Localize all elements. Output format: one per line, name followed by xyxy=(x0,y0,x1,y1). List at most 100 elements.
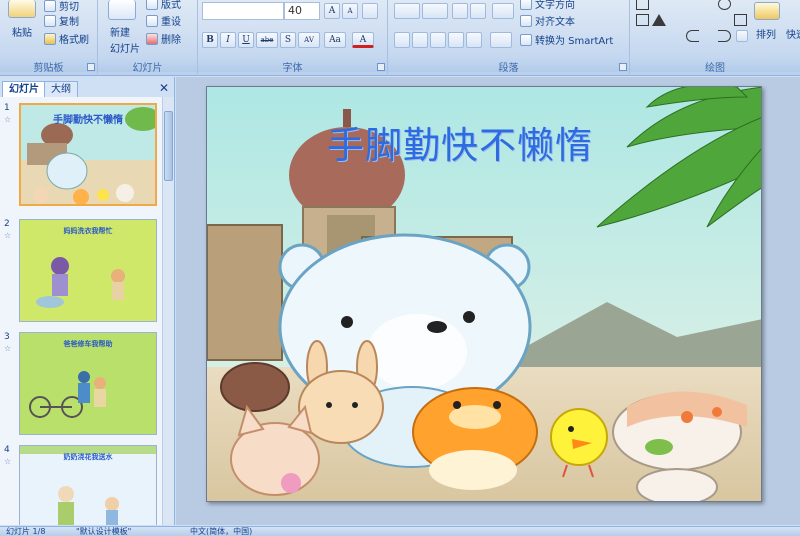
paste-icon[interactable] xyxy=(8,0,36,18)
thumbnail-number: 4 xyxy=(4,445,10,455)
layout-label: 版式 xyxy=(161,0,181,11)
grow-font-button[interactable]: A xyxy=(324,3,340,19)
italic-button[interactable]: I xyxy=(220,32,236,48)
cut-label: 剪切 xyxy=(59,2,79,13)
paste-label: 粘贴 xyxy=(12,28,32,39)
shadow-button[interactable]: S xyxy=(280,32,296,48)
tab-outline[interactable]: 大纲 xyxy=(44,81,78,97)
text-box-shape-icon[interactable] xyxy=(636,0,649,10)
slide-canvas: 手脚勤快不懒惰 xyxy=(176,77,800,525)
increase-indent-button[interactable] xyxy=(470,3,486,19)
underline-button[interactable]: U xyxy=(238,32,254,48)
shadow-label: S xyxy=(284,35,292,45)
arrow-shape-icon[interactable] xyxy=(734,14,747,26)
bold-button[interactable]: B xyxy=(202,32,218,48)
new-slide-label-1: 新建 xyxy=(110,28,130,39)
tab-slides[interactable]: 幻灯片 xyxy=(2,81,46,97)
font-name-field[interactable] xyxy=(202,2,284,20)
change-case-button[interactable]: Aa xyxy=(324,32,346,48)
new-slide-icon[interactable] xyxy=(108,0,136,20)
slide-title[interactable]: 手脚勤快不懒惰 xyxy=(327,115,593,169)
tab-outline-label: 大纲 xyxy=(51,84,71,95)
quick-styles-button[interactable]: 快速 xyxy=(786,26,800,41)
thumbnail-list[interactable]: 1 ☆ 手脚勤快不懒惰 2 ☆ 妈妈洗衣我帮忙 3 ☆ 爸爸修车我帮助 4 ☆ … xyxy=(0,97,163,525)
triangle-shape-icon[interactable] xyxy=(652,14,666,26)
change-case-label: Aa xyxy=(329,35,341,45)
thumbnail-slide[interactable]: 手脚勤快不懒惰 xyxy=(19,103,157,206)
delete-button[interactable]: 删除 xyxy=(146,31,181,46)
text-direction-button[interactable]: 文字方向 xyxy=(520,0,575,11)
current-slide[interactable]: 手脚勤快不懒惰 xyxy=(206,86,762,502)
layout-button[interactable]: 版式 xyxy=(146,0,181,11)
char-spacing-button[interactable]: AV xyxy=(298,32,320,48)
numbering-button[interactable] xyxy=(422,3,448,19)
thumbnail-item[interactable]: 1 ☆ 手脚勤快不懒惰 xyxy=(0,103,163,211)
decrease-indent-button[interactable] xyxy=(452,3,468,19)
shrink-font-button[interactable]: A xyxy=(342,3,358,19)
align-left-button[interactable] xyxy=(394,32,410,48)
thumbnail-number: 2 xyxy=(4,219,10,229)
text-direction-label: 文字方向 xyxy=(535,0,575,11)
new-slide-button[interactable]: 新建 幻灯片 xyxy=(110,24,140,55)
arrange-icon[interactable] xyxy=(754,2,780,20)
copy-button[interactable]: 复制 xyxy=(44,13,79,28)
shapes-more-button[interactable] xyxy=(736,30,748,42)
animation-star-icon: ☆ xyxy=(4,231,12,240)
bold-label: B xyxy=(206,35,214,45)
font-size-field[interactable]: 40 xyxy=(284,2,320,20)
thumbnail-item[interactable]: 4 ☆ 奶奶浇花我送水 xyxy=(0,445,163,525)
copy-icon xyxy=(44,14,56,27)
language-status[interactable]: 中文(简体，中国) xyxy=(190,527,252,536)
close-panel-icon[interactable]: ✕ xyxy=(157,81,171,95)
thumbnail-number: 3 xyxy=(4,332,10,342)
thumbnail-slide[interactable]: 妈妈洗衣我帮忙 xyxy=(19,219,157,322)
cut-button[interactable]: 剪切 xyxy=(44,0,79,13)
quick-styles-label: 快速 xyxy=(786,30,800,41)
oval-shape-icon[interactable] xyxy=(718,0,731,10)
distribute-button[interactable] xyxy=(466,32,482,48)
scrollbar-thumb[interactable] xyxy=(164,111,173,181)
thumbnail-slide[interactable]: 奶奶浇花我送水 xyxy=(19,445,157,525)
clipboard-launcher-icon[interactable] xyxy=(87,63,95,71)
thumbnail-title: 手脚勤快不懒惰 xyxy=(53,115,123,126)
brace-shape-icon[interactable] xyxy=(718,30,731,42)
line-spacing-button[interactable] xyxy=(492,3,514,19)
reset-button[interactable]: 重设 xyxy=(146,13,181,28)
columns-button[interactable] xyxy=(490,32,512,48)
thumbnail-slide[interactable]: 爸爸修车我帮助 xyxy=(19,332,157,435)
clear-format-button[interactable] xyxy=(362,3,378,19)
thumbnail-item[interactable]: 2 ☆ 妈妈洗衣我帮忙 xyxy=(0,219,163,323)
copy-label: 复制 xyxy=(59,17,79,28)
panel-tabs: 幻灯片 大纲 ✕ xyxy=(0,79,175,97)
slides-group-label: 幻灯片 xyxy=(98,59,197,74)
align-right-button[interactable] xyxy=(430,32,446,48)
align-text-button[interactable]: 对齐文本 xyxy=(520,13,575,28)
align-center-button[interactable] xyxy=(412,32,428,48)
status-bar: 幻灯片 1/8 "默认设计模板" 中文(简体，中国) xyxy=(0,526,800,536)
font-launcher-icon[interactable] xyxy=(377,63,385,71)
thumbnail-item[interactable]: 3 ☆ 爸爸修车我帮助 xyxy=(0,332,163,436)
paragraph-group-label: 段落 xyxy=(388,59,629,74)
grow-font-label: A xyxy=(328,6,336,16)
drawing-group-label: 绘图 xyxy=(630,59,800,74)
thumbnail-scrollbar[interactable] xyxy=(162,97,174,525)
bracket-shape-icon[interactable] xyxy=(686,30,699,42)
strikethrough-button[interactable]: abe xyxy=(256,32,278,48)
bullets-button[interactable] xyxy=(394,3,420,19)
animation-star-icon: ☆ xyxy=(4,115,12,124)
paste-button[interactable]: 粘贴 xyxy=(12,24,32,39)
convert-smartart-button[interactable]: 转换为 SmartArt xyxy=(520,32,613,47)
font-color-button[interactable]: A xyxy=(352,32,374,48)
italic-label: I xyxy=(226,35,230,45)
new-slide-label-2: 幻灯片 xyxy=(110,44,140,55)
rectangle-shape-icon[interactable] xyxy=(636,14,649,26)
arrange-button[interactable]: 排列 xyxy=(756,26,776,41)
underline-label: U xyxy=(242,35,250,45)
justify-button[interactable] xyxy=(448,32,464,48)
slides-group: 新建 幻灯片 版式 重设 删除 幻灯片 xyxy=(98,0,198,74)
align-text-icon xyxy=(520,14,532,27)
format-painter-button[interactable]: 格式刷 xyxy=(44,31,89,46)
paragraph-group: 文字方向 对齐文本 转换为 SmartArt 段落 xyxy=(388,0,630,74)
drawing-group: 排列 快速 绘图 xyxy=(630,0,800,74)
paragraph-launcher-icon[interactable] xyxy=(619,63,627,71)
